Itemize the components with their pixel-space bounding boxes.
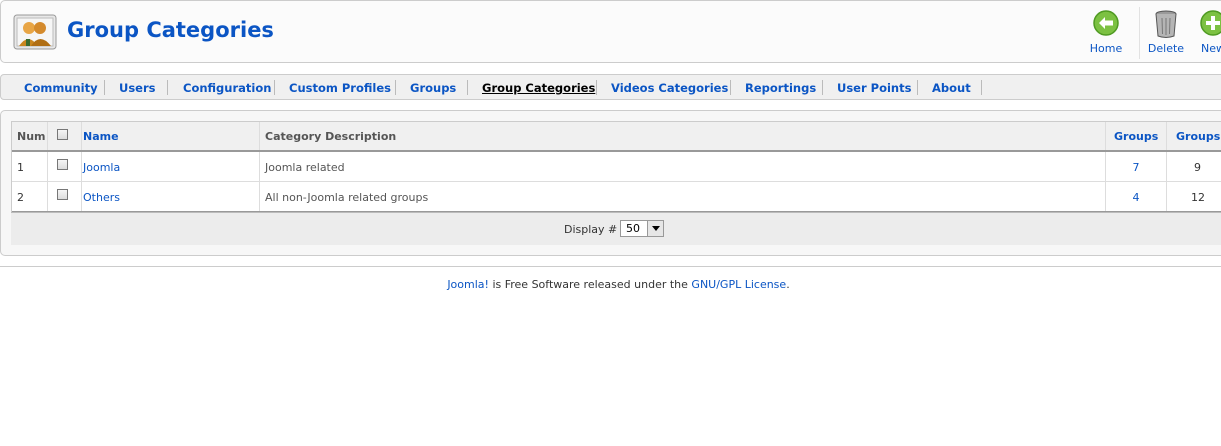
home-button[interactable]: Home xyxy=(1077,7,1135,59)
table-row: 2 Others All non-Joomla related groups 4… xyxy=(12,182,1221,212)
group-categories-icon xyxy=(13,14,57,52)
chevron-down-icon[interactable] xyxy=(647,221,663,236)
row-name-link[interactable]: Others xyxy=(83,191,120,204)
row-groups-link[interactable]: 7 xyxy=(1106,161,1166,174)
row-name-link[interactable]: Joomla xyxy=(83,161,120,174)
home-icon xyxy=(1093,10,1119,36)
submenu-separator xyxy=(730,80,731,95)
submenu-separator xyxy=(822,80,823,95)
header-num: Num xyxy=(17,130,46,143)
page-divider xyxy=(0,266,1221,267)
copyright: Joomla! is Free Software released under … xyxy=(0,278,1221,291)
submenu-separator xyxy=(981,80,982,95)
submenu-item-groups[interactable]: Groups xyxy=(410,81,456,95)
trash-icon xyxy=(1155,10,1177,38)
submenu-item-community[interactable]: Community xyxy=(24,81,98,95)
row-checkbox[interactable] xyxy=(57,159,68,170)
categories-table: Num Name Category Description Groups Gro… xyxy=(11,121,1221,212)
row-groups-count: 12 xyxy=(1191,191,1205,204)
submenu-item-reportings[interactable]: Reportings xyxy=(745,81,816,95)
row-groups-count: 9 xyxy=(1194,161,1201,174)
submenu-item-configuration[interactable]: Configuration xyxy=(183,81,271,95)
submenu-separator xyxy=(596,80,597,95)
display-limit-value: 50 xyxy=(626,222,640,235)
submenu-item-user-points[interactable]: User Points xyxy=(837,81,911,95)
submenu-separator xyxy=(917,80,918,95)
copyright-text: is Free Software released under the xyxy=(488,278,692,291)
header-description: Category Description xyxy=(265,130,397,143)
submenu-item-about[interactable]: About xyxy=(932,81,971,95)
add-icon xyxy=(1200,10,1221,36)
header-groups-2[interactable]: Groups xyxy=(1176,130,1220,143)
table-row: 1 Joomla Joomla related 7 9 xyxy=(12,152,1221,182)
row-groups-link[interactable]: 4 xyxy=(1106,191,1166,204)
row-num: 2 xyxy=(17,191,24,204)
select-all-checkbox[interactable] xyxy=(57,129,68,140)
submenu-item-users[interactable]: Users xyxy=(119,81,156,95)
header-name[interactable]: Name xyxy=(83,130,119,143)
submenu: Community Users Configuration Custom Pro… xyxy=(0,74,1221,100)
table-header-row: Num Name Category Description Groups Gro… xyxy=(12,122,1221,152)
row-num: 1 xyxy=(17,161,24,174)
row-description: All non-Joomla related groups xyxy=(265,191,429,204)
submenu-separator xyxy=(167,80,168,95)
row-description: Joomla related xyxy=(265,161,345,174)
submenu-separator xyxy=(104,80,105,95)
submenu-item-group-categories[interactable]: Group Categories xyxy=(482,81,595,95)
header-groups[interactable]: Groups xyxy=(1114,130,1158,143)
submenu-separator xyxy=(274,80,275,95)
new-button[interactable]: New xyxy=(1184,7,1221,59)
gpl-license-link[interactable]: GNU/GPL License xyxy=(691,278,786,291)
toolbar-box: Group Categories Home Delete New xyxy=(0,0,1221,63)
submenu-item-custom-profiles[interactable]: Custom Profiles xyxy=(289,81,391,95)
display-label: Display # xyxy=(564,223,618,236)
submenu-item-videos-categories[interactable]: Videos Categories xyxy=(611,81,728,95)
home-label: Home xyxy=(1089,42,1123,55)
copyright-end: . xyxy=(786,278,790,291)
pagination-bar: Display # 50 xyxy=(11,212,1221,245)
joomla-link[interactable]: Joomla! xyxy=(447,278,489,291)
submenu-separator xyxy=(467,80,468,95)
page-title: Group Categories xyxy=(67,18,274,42)
new-label: New xyxy=(1201,42,1221,55)
display-limit-select[interactable]: 50 xyxy=(620,220,664,237)
submenu-separator xyxy=(395,80,396,95)
row-checkbox[interactable] xyxy=(57,189,68,200)
